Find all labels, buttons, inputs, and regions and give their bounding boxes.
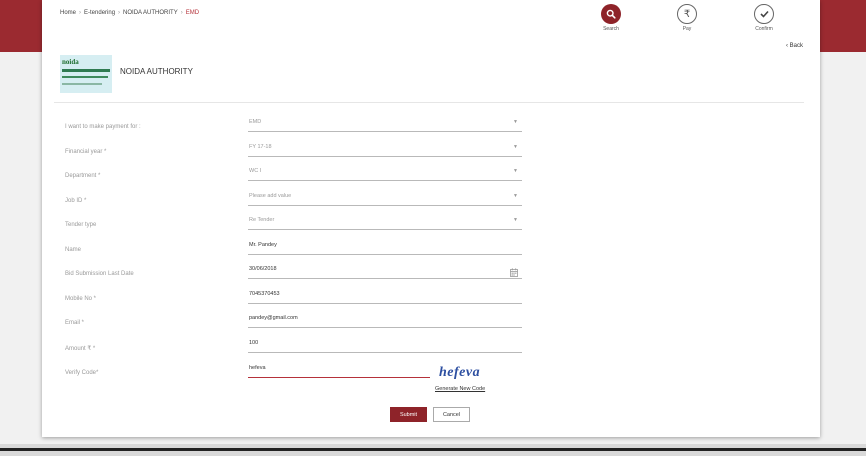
verify-code-label: Verify Code* <box>65 370 99 376</box>
cancel-button[interactable]: Cancel <box>433 407 470 422</box>
tender-type-select[interactable]: Re Tender ▼ <box>248 216 522 230</box>
bottom-line <box>0 448 866 451</box>
payment-for-select[interactable]: EMD ▼ <box>248 118 522 132</box>
logo-text: noida <box>62 58 79 66</box>
chevron-down-icon: ▼ <box>513 217 518 223</box>
email-value: pandey@gmail.com <box>249 315 298 321</box>
step-search[interactable]: Search <box>589 4 633 32</box>
search-icon <box>601 4 621 24</box>
chevron-left-icon: ‹ <box>786 43 788 49</box>
bid-submission-date-label: Bid Submission Last Date <box>65 271 134 277</box>
step-confirm-label: Confirm <box>755 26 773 32</box>
verify-code-value: hefeva <box>249 365 266 371</box>
department-row: Department * WC I ▼ <box>42 167 820 191</box>
financial-year-label: Financial year * <box>65 149 107 155</box>
payment-for-label: I want to make payment for : <box>65 124 141 130</box>
job-id-select[interactable]: Please add value ▼ <box>248 192 522 206</box>
breadcrumb-emd: EMD <box>185 10 200 16</box>
amount-field[interactable]: 100 <box>248 339 522 353</box>
mobile-no-value: 7045370453 <box>249 291 280 297</box>
bid-submission-date-field[interactable]: 30/06/2018 <box>248 265 522 279</box>
name-row: Name Mr. Pandey <box>42 241 820 265</box>
bid-submission-date-value: 30/06/2018 <box>249 266 277 272</box>
step-search-label: Search <box>603 26 619 32</box>
financial-year-select[interactable]: FY 17-18 ▼ <box>248 143 522 157</box>
bid-submission-date-row: Bid Submission Last Date 30/06/2018 <box>42 265 820 289</box>
step-pay[interactable]: ₹ Pay <box>665 4 709 32</box>
step-confirm[interactable]: Confirm <box>742 4 786 32</box>
department-label: Department * <box>65 173 101 179</box>
name-value: Mr. Pandey <box>249 242 277 248</box>
chevron-down-icon: ▼ <box>513 193 518 199</box>
amount-row: Amount ₹ * 100 <box>42 339 820 363</box>
department-value: WC I <box>249 168 262 174</box>
verify-code-row: Verify Code* hefeva <box>42 364 820 388</box>
back-label: Back <box>789 43 804 49</box>
name-field[interactable]: Mr. Pandey <box>248 241 522 255</box>
email-field[interactable]: pandey@gmail.com <box>248 314 522 328</box>
mobile-no-field[interactable]: 7045370453 <box>248 290 522 304</box>
noida-logo: noida <box>60 55 112 93</box>
divider <box>54 102 804 103</box>
header-band-left <box>0 0 42 52</box>
amount-value: 100 <box>249 340 259 346</box>
step-pay-label: Pay <box>682 26 692 32</box>
chevron-down-icon: ▼ <box>513 168 518 174</box>
calendar-icon[interactable] <box>510 264 518 277</box>
breadcrumb-noida-authority[interactable]: NOIDA AUTHORITY <box>123 10 178 16</box>
breadcrumb: Home › E-tendering › NOIDA AUTHORITY › EMD <box>60 10 200 16</box>
financial-year-row: Financial year * FY 17-18 ▼ <box>42 143 820 167</box>
name-label: Name <box>65 247 82 253</box>
rupee-icon: ₹ <box>677 4 697 24</box>
tender-type-label: Tender type <box>65 222 97 228</box>
org-name: NOIDA AUTHORITY <box>120 67 193 76</box>
captcha-image: hefeva <box>439 365 481 380</box>
payment-for-row: I want to make payment for : EMD ▼ <box>42 118 820 142</box>
check-icon <box>754 4 774 24</box>
submit-button[interactable]: Submit <box>390 407 427 422</box>
generate-new-code-link[interactable]: Generate New Code <box>435 386 485 392</box>
breadcrumb-etendering[interactable]: E-tendering <box>84 10 115 16</box>
email-label: Email * <box>65 320 85 326</box>
job-id-placeholder: Please add value <box>249 193 292 199</box>
tender-type-row: Tender type Re Tender ▼ <box>42 216 820 240</box>
chevron-down-icon: ▼ <box>513 144 518 150</box>
chevron-down-icon: ▼ <box>513 119 518 125</box>
department-select[interactable]: WC I ▼ <box>248 167 522 181</box>
payment-for-value: EMD <box>249 119 262 125</box>
email-row: Email * pandey@gmail.com <box>42 314 820 338</box>
mobile-no-label: Mobile No * <box>65 296 97 302</box>
mobile-no-row: Mobile No * 7045370453 <box>42 290 820 314</box>
header-band-right <box>820 0 866 52</box>
breadcrumb-home[interactable]: Home <box>60 10 76 16</box>
financial-year-value: FY 17-18 <box>249 144 272 150</box>
amount-label: Amount ₹ * <box>65 346 96 352</box>
payment-card: Home › E-tendering › NOIDA AUTHORITY › EMD Sea… <box>42 0 820 437</box>
verify-code-field[interactable]: hefeva <box>248 364 430 378</box>
job-id-row: Job ID * Please add value ▼ <box>42 192 820 216</box>
tender-type-value: Re Tender <box>249 217 275 223</box>
back-link[interactable]: ‹ Back <box>786 43 803 49</box>
job-id-label: Job ID * <box>65 198 87 204</box>
